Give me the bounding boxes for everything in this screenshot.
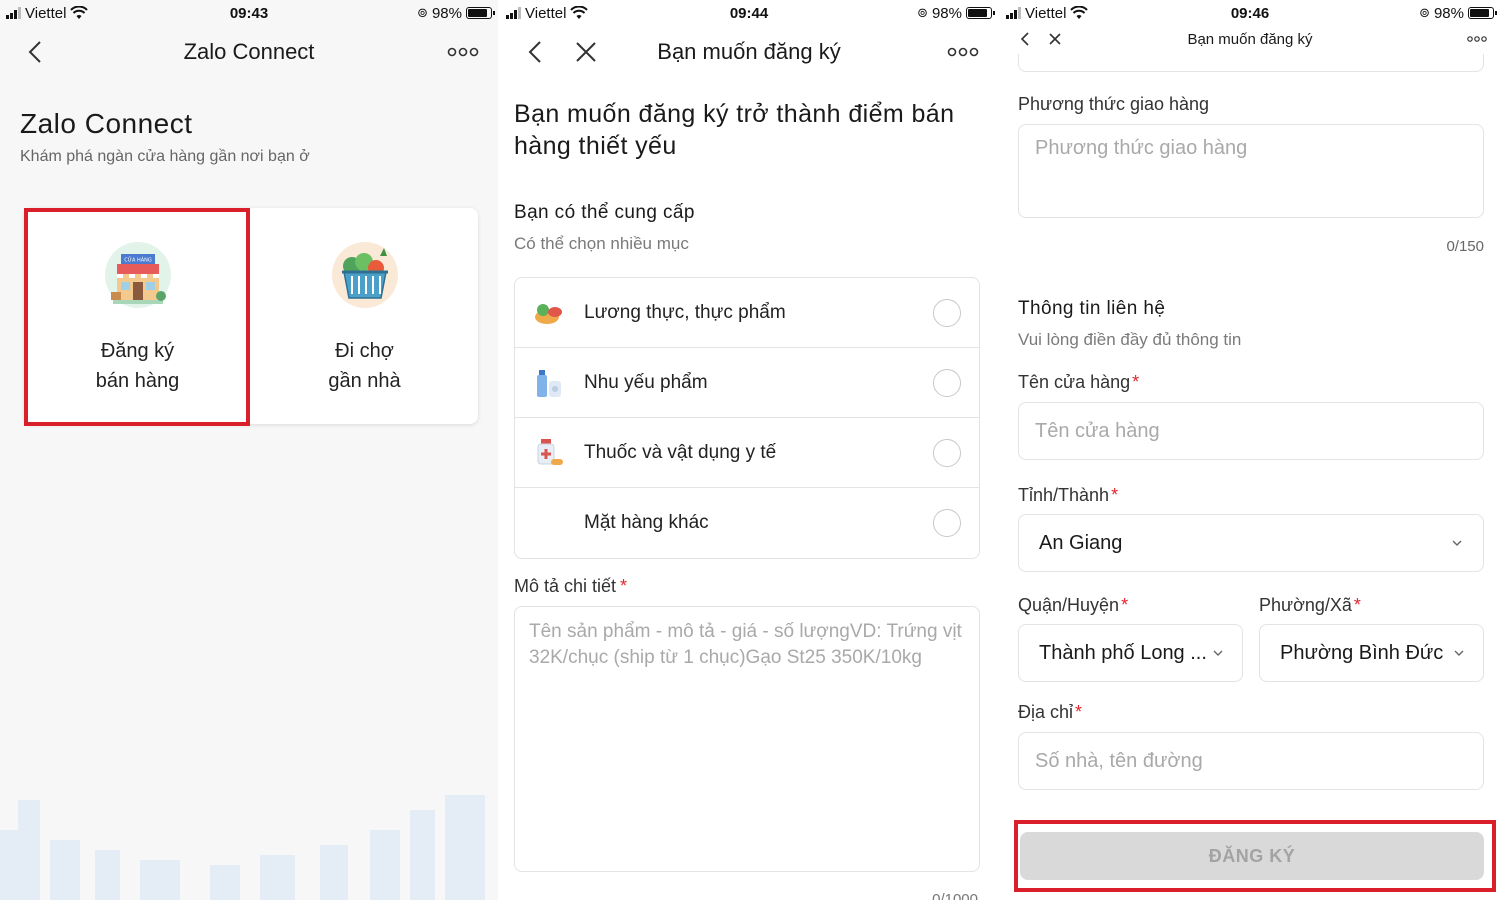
category-options-list: Lương thực, thực phẩm Nhu yếu phẩm Thuốc… bbox=[514, 277, 980, 559]
chevron-down-icon bbox=[1213, 650, 1223, 656]
shop-nearby-label: Đi chợ gần nhà bbox=[251, 336, 478, 396]
orientation-lock-icon: ⊚ bbox=[1419, 5, 1430, 20]
page-title: Zalo Connect bbox=[20, 108, 193, 139]
more-options-icon[interactable] bbox=[1466, 32, 1488, 46]
contact-section-title: Thông tin liên hệ bbox=[1018, 298, 1166, 319]
store-name-label: Tên cửa hàng * bbox=[1018, 372, 1139, 393]
previous-field-edge bbox=[1018, 54, 1484, 72]
province-select[interactable]: An Giang bbox=[1018, 514, 1484, 572]
screen-register-step2: Viettel 09:46 ⊚ 98% Bạn muốn đăng ký Phư… bbox=[1000, 0, 1500, 900]
province-value: An Giang bbox=[1039, 531, 1123, 554]
status-bar: Viettel 09:46 ⊚ 98% bbox=[1000, 0, 1500, 26]
section-title: Bạn có thể cung cấp bbox=[514, 202, 695, 223]
store-sign-text: CỬA HÀNG bbox=[124, 256, 152, 264]
food-icon bbox=[535, 304, 562, 324]
store-icon: CỬA HÀNG bbox=[104, 242, 171, 308]
description-counter: 0/1000 bbox=[932, 891, 978, 900]
address-label: Địa chỉ * bbox=[1018, 702, 1082, 723]
option-checkbox[interactable] bbox=[933, 439, 961, 467]
medicine-icon bbox=[537, 439, 563, 465]
card-label-line1: Đăng ký bbox=[100, 340, 175, 362]
required-mark: * bbox=[1075, 702, 1083, 722]
city-skyline-illustration bbox=[0, 795, 485, 900]
battery-percent: 98% bbox=[431, 4, 462, 22]
orientation-lock-icon: ⊚ bbox=[417, 5, 428, 20]
grocery-basket-icon bbox=[331, 242, 398, 308]
nav-title: Zalo Connect bbox=[183, 39, 315, 64]
contact-section-subtitle: Vui lòng điền đầy đủ thông tin bbox=[1018, 330, 1242, 349]
card-label-line1: Đi chợ bbox=[335, 340, 394, 362]
more-options-icon[interactable] bbox=[946, 42, 980, 62]
required-mark: * bbox=[1111, 485, 1119, 505]
option-label: Mặt hàng khác bbox=[584, 512, 709, 533]
province-label: Tỉnh/Thành * bbox=[1018, 485, 1118, 506]
description-label: Mô tả chi tiết * bbox=[514, 576, 627, 597]
description-textarea[interactable]: Tên sản phẩm - mô tả - giá - số lượngVD:… bbox=[514, 606, 980, 872]
section-subtitle: Có thể chọn nhiều mục bbox=[514, 234, 689, 253]
option-food[interactable]: Lương thực, thực phẩm bbox=[515, 278, 979, 348]
required-mark: * bbox=[620, 576, 628, 596]
battery-percent: 98% bbox=[1433, 4, 1464, 22]
nav-bar: Zalo Connect bbox=[0, 26, 498, 78]
screen-zalo-connect-home: Viettel 09:43 ⊚ 98% Zalo Connect Zalo Co… bbox=[0, 0, 500, 900]
required-mark: * bbox=[1132, 372, 1140, 392]
status-bar: Viettel 09:44 ⊚ 98% bbox=[500, 0, 998, 26]
address-label-text: Địa chỉ bbox=[1018, 702, 1074, 722]
ward-label-text: Phường/Xã bbox=[1259, 595, 1352, 615]
screen-register-step1: Viettel 09:44 ⊚ 98% Bạn muốn đăng ký Bạn… bbox=[500, 0, 1000, 900]
battery-percent: 98% bbox=[931, 4, 962, 22]
option-essentials[interactable]: Nhu yếu phẩm bbox=[515, 348, 979, 418]
card-label-line2: bán hàng bbox=[95, 370, 180, 392]
more-options-icon[interactable] bbox=[446, 42, 480, 62]
card-label-line2: gần nhà bbox=[328, 370, 401, 392]
register-seller-label: Đăng ký bán hàng bbox=[24, 336, 251, 396]
store-name-input[interactable]: Tên cửa hàng bbox=[1018, 402, 1484, 460]
battery-icon bbox=[1468, 7, 1497, 19]
orientation-lock-icon: ⊚ bbox=[917, 5, 928, 20]
essentials-icon bbox=[537, 370, 561, 397]
nav-bar: Bạn muốn đăng ký bbox=[1000, 26, 1500, 54]
battery-icon bbox=[966, 7, 995, 19]
option-checkbox[interactable] bbox=[933, 369, 961, 397]
option-label: Nhu yếu phẩm bbox=[584, 372, 708, 393]
delivery-method-textarea[interactable]: Phương thức giao hàng bbox=[1018, 124, 1484, 218]
district-label-text: Quận/Huyện bbox=[1018, 595, 1120, 615]
address-input[interactable]: Số nhà, tên đường bbox=[1018, 732, 1484, 790]
delivery-counter: 0/150 bbox=[1446, 238, 1484, 255]
shop-nearby-card[interactable]: Đi chợ gần nhà bbox=[251, 208, 478, 424]
chevron-down-icon bbox=[1454, 650, 1464, 656]
nav-bar: Bạn muốn đăng ký bbox=[500, 26, 998, 78]
description-label-text: Mô tả chi tiết bbox=[514, 576, 617, 596]
battery-icon bbox=[466, 7, 495, 19]
page-title: Bạn muốn đăng ký trở thành điểm bán hàng… bbox=[514, 100, 955, 160]
nav-title: Bạn muốn đăng ký bbox=[1187, 31, 1313, 48]
ward-label: Phường/Xã * bbox=[1259, 595, 1361, 616]
ward-select[interactable]: Phường Bình Đức bbox=[1259, 624, 1484, 682]
nav-title: Bạn muốn đăng ký bbox=[657, 39, 841, 64]
service-cards: CỬA HÀNG Đăng ký bán hàng Đi chợ gần nhà bbox=[24, 208, 478, 424]
ward-value: Phường Bình Đức bbox=[1280, 641, 1444, 664]
delivery-method-label: Phương thức giao hàng bbox=[1018, 94, 1210, 114]
page-subtitle: Khám phá ngàn cửa hàng gần nơi bạn ở bbox=[20, 148, 310, 165]
option-label: Lương thực, thực phẩm bbox=[584, 302, 786, 323]
option-medicine[interactable]: Thuốc và vật dụng y tế bbox=[515, 418, 979, 488]
option-other[interactable]: Mặt hàng khác bbox=[515, 488, 979, 558]
status-bar: Viettel 09:43 ⊚ 98% bbox=[0, 0, 498, 26]
required-mark: * bbox=[1353, 595, 1361, 615]
district-value: Thành phố Long ... bbox=[1039, 641, 1207, 664]
register-seller-card[interactable]: CỬA HÀNG Đăng ký bán hàng bbox=[24, 208, 251, 424]
option-label: Thuốc và vật dụng y tế bbox=[584, 442, 777, 463]
chevron-down-icon bbox=[1452, 540, 1462, 546]
option-checkbox[interactable] bbox=[933, 509, 961, 537]
option-checkbox[interactable] bbox=[933, 299, 961, 327]
district-label: Quận/Huyện * bbox=[1018, 595, 1128, 616]
district-select[interactable]: Thành phố Long ... bbox=[1018, 624, 1243, 682]
required-mark: * bbox=[1121, 595, 1129, 615]
register-submit-button[interactable]: ĐĂNG KÝ bbox=[1020, 832, 1484, 880]
store-name-label-text: Tên cửa hàng bbox=[1018, 372, 1131, 392]
province-label-text: Tỉnh/Thành bbox=[1018, 485, 1110, 505]
